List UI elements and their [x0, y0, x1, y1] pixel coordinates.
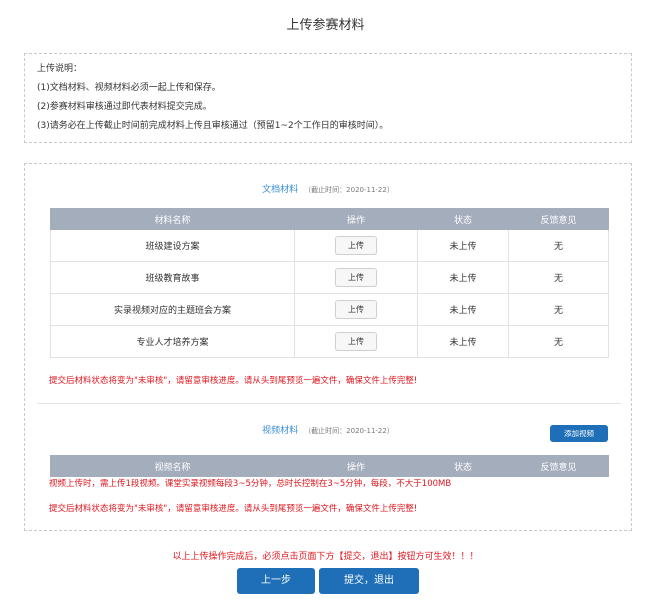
- instructions-heading: 上传说明：: [37, 64, 83, 74]
- material-name: 专业人才培养方案: [50, 325, 295, 358]
- materials-panel: 文档材料 （截止时间：2020-11-22） 材料名称 操作 状态 反馈意见 班级…: [24, 163, 632, 531]
- page-title: 上传参赛材料: [286, 18, 365, 33]
- final-warning: 以上上传操作完成后，必须点击页面下方【提交，退出】按钮方可生效！！！: [172, 552, 479, 562]
- instruction-line-2: (2)参赛材料审核通过即代表材料提交完成。: [37, 102, 212, 112]
- column-header-action: 操作: [294, 208, 418, 230]
- column-header-video-name: 视频名称: [50, 455, 295, 477]
- instruction-line-1: (1)文档材料、视频材料必须一起上传和保存。: [37, 83, 221, 93]
- videos-table-header: 视频名称 操作 状态 反馈意见: [50, 455, 609, 477]
- videos-title: 视频材料: [262, 426, 299, 436]
- material-feedback: 无: [508, 293, 609, 326]
- add-video-button[interactable]: 添加视频: [550, 425, 608, 442]
- table-row: 班级教育故事 上传 未上传 无: [50, 261, 609, 294]
- videos-section-title: 视频材料 （截止时间：2020-11-22）: [25, 423, 631, 436]
- table-row: 专业人才培养方案 上传 未上传 无: [50, 325, 609, 358]
- material-name: 实录视频对应的主题班会方案: [50, 293, 295, 326]
- upload-button[interactable]: 上传: [335, 268, 377, 287]
- column-header-feedback: 反馈意见: [508, 208, 609, 230]
- material-feedback: 无: [508, 325, 609, 358]
- upload-button[interactable]: 上传: [335, 300, 377, 319]
- submit-exit-button[interactable]: 提交，退出: [319, 568, 419, 594]
- instruction-line-3: (3)请务必在上传截止时间前完成材料上传且审核通过（预留1~2个工作日的审核时间…: [37, 121, 389, 131]
- documents-section-title: 文档材料 （截止时间：2020-11-22）: [25, 182, 631, 195]
- column-header-status: 状态: [417, 208, 509, 230]
- documents-table-header: 材料名称 操作 状态 反馈意见: [50, 208, 609, 230]
- material-name: 班级教育故事: [50, 261, 295, 294]
- table-row: 班级建设方案 上传 未上传 无: [50, 229, 609, 262]
- videos-deadline: （截止时间：2020-11-22）: [304, 427, 394, 435]
- video-upload-note: 视频上传时，需上传1段视频。课堂实录视频每段3~5分钟，总时长控制在3~5分钟，…: [49, 479, 452, 489]
- documents-warning: 提交后材料状态将变为"未审核"，请留意审核进度。请从头到尾预览一遍文件，确保文件…: [49, 376, 418, 386]
- material-name: 班级建设方案: [50, 229, 295, 262]
- documents-deadline: （截止时间：2020-11-22）: [304, 186, 394, 194]
- column-header-status: 状态: [417, 455, 509, 477]
- instructions-panel: 上传说明： (1)文档材料、视频材料必须一起上传和保存。 (2)参赛材料审核通过…: [24, 53, 632, 143]
- documents-table: 材料名称 操作 状态 反馈意见 班级建设方案 上传 未上传 无 班级教育故事 上…: [50, 208, 609, 358]
- material-feedback: 无: [508, 261, 609, 294]
- material-status: 未上传: [417, 325, 509, 358]
- column-header-feedback: 反馈意见: [508, 455, 609, 477]
- table-row: 实录视频对应的主题班会方案 上传 未上传 无: [50, 293, 609, 326]
- section-divider: [37, 403, 621, 404]
- documents-title: 文档材料: [262, 185, 299, 195]
- material-status: 未上传: [417, 229, 509, 262]
- material-status: 未上传: [417, 293, 509, 326]
- column-header-action: 操作: [294, 455, 418, 477]
- material-status: 未上传: [417, 261, 509, 294]
- upload-button[interactable]: 上传: [335, 332, 377, 351]
- material-feedback: 无: [508, 229, 609, 262]
- upload-button[interactable]: 上传: [335, 236, 377, 255]
- videos-warning: 提交后材料状态将变为"未审核"，请留意审核进度。请从头到尾预览一遍文件，确保文件…: [49, 504, 418, 514]
- videos-table: 视频名称 操作 状态 反馈意见: [50, 455, 609, 477]
- column-header-name: 材料名称: [50, 208, 295, 230]
- previous-step-button[interactable]: 上一步: [237, 568, 315, 594]
